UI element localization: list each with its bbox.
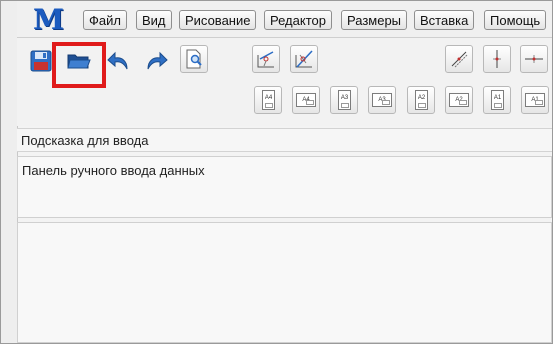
- drawing-area[interactable]: [17, 222, 552, 343]
- snap-cross-icon: [295, 50, 313, 68]
- sheet-icon: A4: [262, 90, 275, 110]
- format-a1-portrait-button[interactable]: A1: [483, 86, 511, 114]
- dimension-vertical-icon: [493, 50, 501, 68]
- format-a3-landscape-button[interactable]: A3: [368, 86, 396, 114]
- redo-icon: [147, 51, 168, 70]
- dimension-horizontal-icon: [525, 55, 543, 63]
- menu-dimensions[interactable]: Размеры: [341, 10, 408, 30]
- format-a4-portrait-button[interactable]: A4: [254, 86, 282, 114]
- redo-button[interactable]: [140, 46, 168, 74]
- app-window: M Файл Вид Рисование Редактор Размеры Вс…: [0, 0, 553, 344]
- sheet-icon: A2: [449, 93, 469, 107]
- menu-editor[interactable]: Редактор: [264, 10, 332, 30]
- sheet-icon: A1: [525, 93, 545, 107]
- save-icon: [30, 50, 52, 72]
- snap-point-icon: [257, 51, 274, 68]
- sheet-icon: A1: [491, 90, 504, 110]
- menu-file[interactable]: Файл: [83, 10, 127, 30]
- sheet-icon: A3: [372, 93, 392, 107]
- manual-input-label: Панель ручного ввода данных: [22, 163, 205, 178]
- menu-help[interactable]: Помощь: [484, 10, 547, 30]
- format-label: A3: [340, 95, 349, 101]
- undo-icon: [107, 51, 128, 70]
- format-label: A1: [493, 95, 502, 101]
- format-a1-landscape-button[interactable]: A1: [521, 86, 549, 114]
- open-button-highlight: [52, 42, 106, 88]
- sheet-icon: A3: [338, 90, 351, 110]
- snap-cross-button[interactable]: [290, 45, 318, 73]
- print-preview-button[interactable]: [180, 45, 208, 73]
- input-hint-panel: Подсказка для ввода: [17, 128, 552, 152]
- dimension-vertical-button[interactable]: [483, 45, 511, 73]
- hint-label: Подсказка для ввода: [21, 133, 149, 148]
- format-a4-landscape-button[interactable]: A4: [292, 86, 320, 114]
- sheet-icon: A4: [296, 93, 316, 107]
- snap-point-button[interactable]: [252, 45, 280, 73]
- format-a2-landscape-button[interactable]: A2: [445, 86, 473, 114]
- format-a3-portrait-button[interactable]: A3: [330, 86, 358, 114]
- undo-button[interactable]: [103, 46, 131, 74]
- dimension-aligned-icon: [451, 51, 468, 68]
- dimension-aligned-button[interactable]: [445, 45, 473, 73]
- menu-bar: M Файл Вид Рисование Редактор Размеры Вс…: [17, 1, 552, 38]
- manual-input-panel[interactable]: Панель ручного ввода данных: [17, 156, 552, 218]
- format-label: A4: [264, 95, 273, 101]
- format-label: A2: [417, 95, 426, 101]
- sheet-icon: A2: [415, 90, 428, 110]
- menu-view[interactable]: Вид: [136, 10, 172, 30]
- save-button[interactable]: [26, 46, 54, 74]
- dimension-horizontal-button[interactable]: [520, 45, 548, 73]
- left-edge-strip: [1, 1, 18, 343]
- menu-draw[interactable]: Рисование: [179, 10, 257, 30]
- menu-insert[interactable]: Вставка: [414, 10, 475, 30]
- print-preview-icon: [186, 49, 202, 69]
- format-a2-portrait-button[interactable]: A2: [407, 86, 435, 114]
- app-logo: M: [33, 3, 64, 36]
